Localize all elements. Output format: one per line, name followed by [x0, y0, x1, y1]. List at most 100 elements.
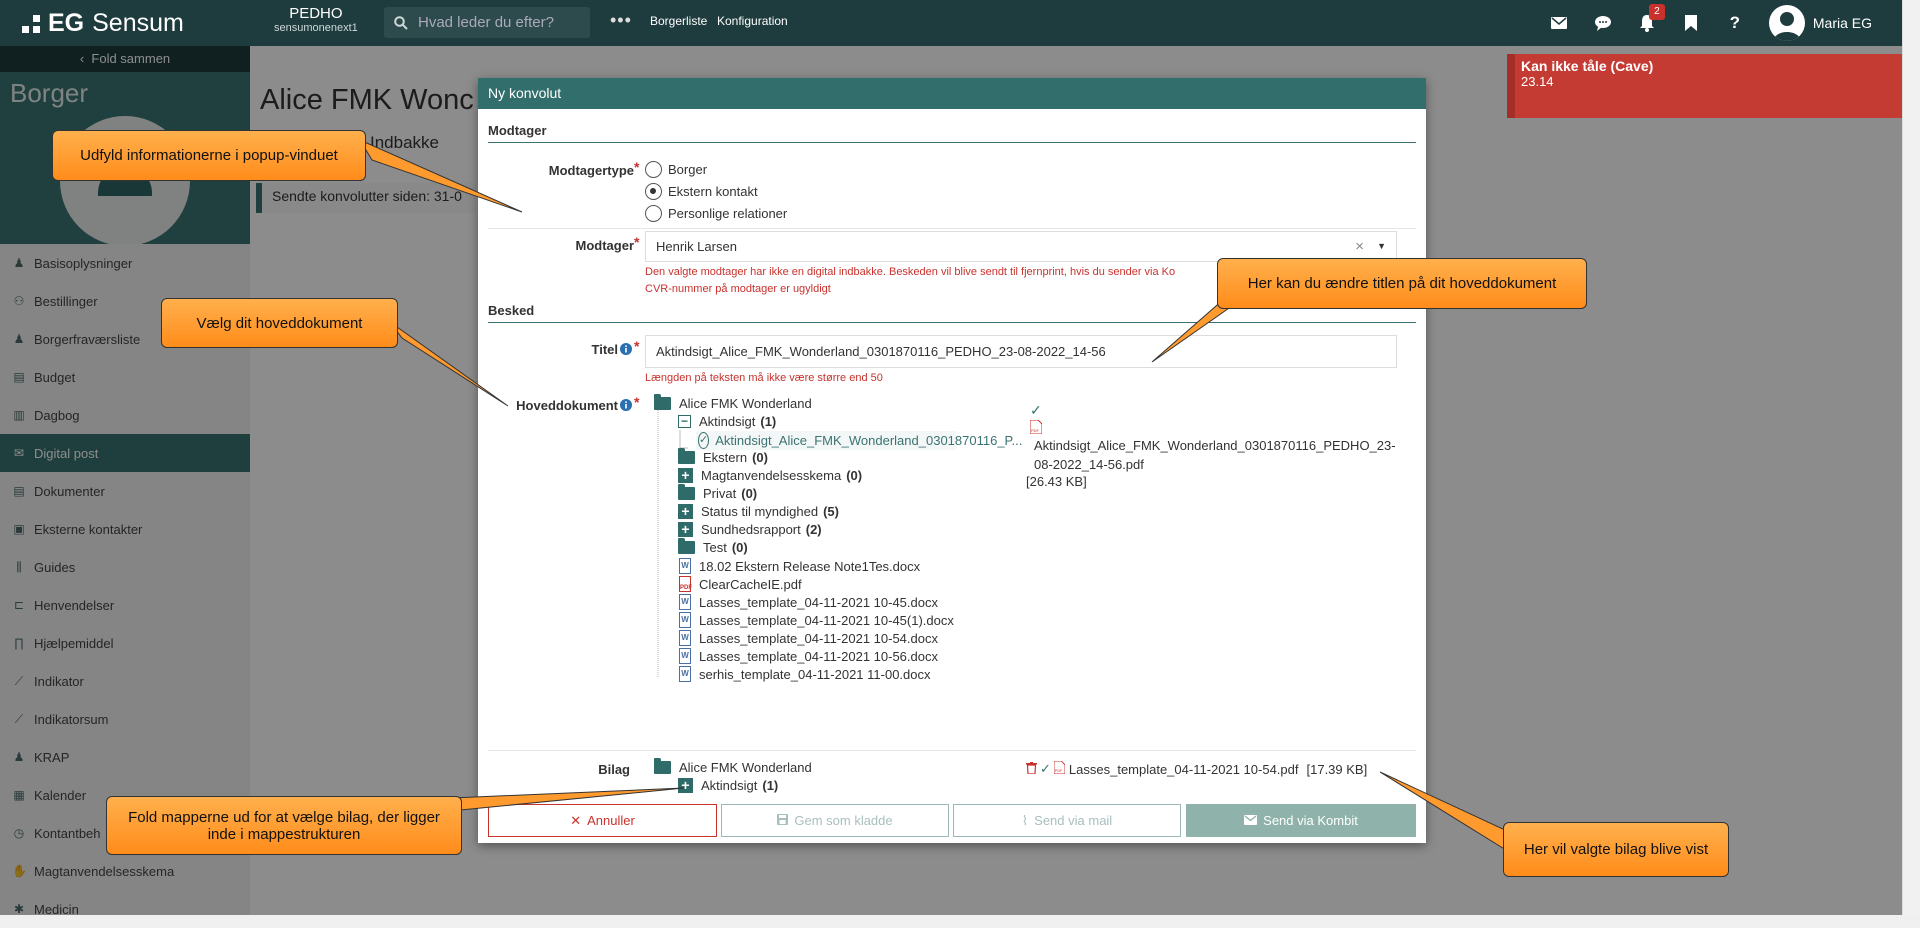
search-icon [394, 15, 408, 30]
divider [488, 228, 1416, 229]
cave-alert[interactable]: Kan ikke tåle (Cave) 23.14 [1507, 54, 1902, 118]
notification-bell-icon[interactable]: 2 [1625, 0, 1669, 46]
send-mail-label: Send via mail [1034, 813, 1113, 828]
chevron-down-icon[interactable]: ▼ [1377, 232, 1386, 261]
bookmark-icon[interactable] [1669, 0, 1713, 46]
save-draft-button[interactable]: Gem som kladde [721, 804, 949, 837]
check-circle-icon: ✓ [698, 432, 710, 449]
radio-personlige-relationer[interactable]: Personlige relationer [645, 205, 787, 222]
tree-folder-aktindsigt[interactable]: − Aktindsigt (1) [678, 414, 776, 429]
word-document-icon: W [679, 612, 691, 628]
info-icon[interactable] [620, 399, 632, 414]
attachment-tree-root[interactable]: Alice FMK Wonderland [654, 758, 812, 775]
tree-folder[interactable]: + Sundhedsrapport (2) [678, 522, 822, 537]
expand-icon[interactable]: + [678, 778, 693, 793]
attachment-child-count: (1) [762, 778, 779, 793]
tree-file[interactable]: Wserhis_template_04-11-2021 11-00.docx [679, 666, 931, 682]
svg-text:PDF: PDF [1031, 428, 1040, 433]
tree-file-label: ClearCacheIE.pdf [699, 576, 802, 592]
tree-folder-label: Magtanvendelsesskema [701, 468, 842, 483]
section-divider [488, 322, 1416, 323]
radio-icon [645, 205, 662, 222]
attachment-tree-aktindsigt[interactable]: + Aktindsigt (1) [678, 778, 778, 793]
attachment-root-label: Alice FMK Wonderland [679, 760, 812, 775]
top-icons: 2 ? Maria EG [1537, 0, 1902, 46]
tree-folder-label: Sundhedsrapport [701, 522, 801, 537]
user-name: Maria EG [1812, 15, 1872, 31]
clear-icon[interactable]: × [1355, 232, 1364, 261]
tree-selected-file[interactable]: ✓ Aktindsigt_Alice_FMK_Wonderland_030187… [696, 431, 1022, 450]
logo-grid-icon [22, 14, 40, 33]
mail-icon[interactable] [1537, 0, 1581, 46]
tree-folder[interactable]: Test (0) [678, 538, 748, 555]
word-document-icon: W [679, 666, 691, 682]
word-document-icon: W [679, 594, 691, 610]
callout-choose-main: Vælg dit hoveddokument [161, 298, 398, 348]
expand-icon[interactable]: + [678, 504, 693, 519]
recipient-type-label: Modtagertype [548, 163, 634, 178]
folder-icon [678, 538, 695, 554]
collapse-icon[interactable]: − [678, 415, 691, 428]
send-kombit-label: Send via Kombit [1263, 813, 1358, 828]
tree-root-label: Alice FMK Wonderland [679, 396, 812, 411]
tree-file[interactable]: W Lasses_template_04-11-2021 10-45.docx [679, 594, 938, 610]
tree-file[interactable]: W Lasses_template_04-11-2021 10-45(1).doc… [679, 612, 954, 628]
callout-expand-folders: Fold mapperne ud for at vælge bilag, der… [106, 796, 462, 855]
brand-prefix: EG [48, 9, 85, 37]
cancel-button[interactable]: ✕ Annuller [488, 804, 717, 837]
radio-ekstern-label: Ekstern kontakt [668, 184, 758, 199]
help-icon[interactable]: ? [1713, 0, 1757, 46]
tree-folder-count: (2) [805, 522, 822, 537]
tree-file-label: Lasses_template_04-11-2021 10-56.docx [699, 648, 938, 664]
organisation-selector[interactable]: PEDHO sensumonenext1 [274, 5, 358, 34]
chat-icon[interactable] [1581, 0, 1625, 46]
tree-file-label: Lasses_template_04-11-2021 10-45.docx [699, 594, 938, 610]
callout-change-title: Her kan du ændre titlen på dit hoveddoku… [1217, 258, 1587, 309]
tree-folder-count: (0) [752, 450, 768, 465]
send-kombit-button[interactable]: Send via Kombit [1186, 804, 1416, 837]
title-input[interactable]: Aktindsigt_Alice_FMK_Wonderland_03018701… [645, 335, 1397, 368]
tree-file[interactable]: W Lasses_template_04-11-2021 10-54.docx [679, 630, 938, 646]
cave-alert-title: Kan ikke tåle (Cave) [1521, 58, 1654, 74]
main-document-label: Hoveddokument [516, 398, 618, 413]
callout-fill-popup: Udfyld informationerne i popup-vinduet [52, 130, 366, 181]
dialog-title: Ny konvolut [478, 78, 1426, 109]
org-sub: sensumonenext1 [274, 22, 358, 34]
expand-icon[interactable]: + [678, 522, 693, 537]
info-icon[interactable] [620, 343, 632, 358]
more-icon[interactable]: ••• [610, 10, 632, 31]
preview-filename: Aktindsigt_Alice_FMK_Wonderland_03018701… [1034, 438, 1396, 472]
check-icon: ✓ [1030, 402, 1042, 418]
user-menu[interactable]: Maria EG [1757, 5, 1902, 41]
tree-folder[interactable]: + Status til myndighed (5) [678, 504, 839, 519]
tree-file[interactable]: W Lasses_template_04-11-2021 10-56.docx [679, 648, 938, 664]
trash-icon[interactable] [1026, 761, 1037, 777]
page-scrollbar[interactable] [1902, 0, 1920, 915]
tree-file[interactable]: PDF ClearCacheIE.pdf [679, 576, 802, 592]
tree-folder[interactable]: + Magtanvendelsesskema (0) [678, 468, 862, 483]
radio-personlige-label: Personlige relationer [668, 206, 788, 221]
radio-borger[interactable]: Borger [645, 161, 707, 178]
notification-badge: 2 [1648, 4, 1665, 20]
radio-icon [645, 161, 662, 178]
avatar [1768, 5, 1805, 41]
folder-icon [678, 448, 695, 464]
recipient-error-2: CVR-nummer på modtager er ugyldigt [645, 283, 831, 295]
tree-root-folder[interactable]: Alice FMK Wonderland [654, 394, 812, 411]
required-marker: * [634, 159, 640, 175]
tree-folder[interactable]: Privat (0) [678, 484, 757, 501]
tree-folder[interactable]: Ekstern (0) [678, 448, 768, 465]
tree-file[interactable]: W 18.02 Ekstern Release Note1Tes.docx [679, 558, 920, 574]
expand-icon[interactable]: + [678, 468, 693, 483]
radio-ekstern-kontakt[interactable]: Ekstern kontakt [645, 183, 758, 200]
word-document-icon: W [679, 558, 691, 574]
link-konfiguration[interactable]: Konfiguration [717, 14, 788, 28]
link-borgerliste[interactable]: Borgerliste [650, 14, 707, 28]
pdf-icon: PDF [1053, 760, 1066, 777]
top-bar: EG Sensum PEDHO sensumonenext1 Hvad lede… [0, 0, 1902, 46]
pdf-icon: PDF [1029, 419, 1043, 437]
send-mail-button[interactable]: ⌇ Send via mail [953, 804, 1181, 837]
logo[interactable]: EG Sensum [22, 9, 184, 38]
search-input[interactable]: Hvad leder du efter? [384, 7, 590, 38]
brand-name: Sensum [92, 9, 184, 37]
